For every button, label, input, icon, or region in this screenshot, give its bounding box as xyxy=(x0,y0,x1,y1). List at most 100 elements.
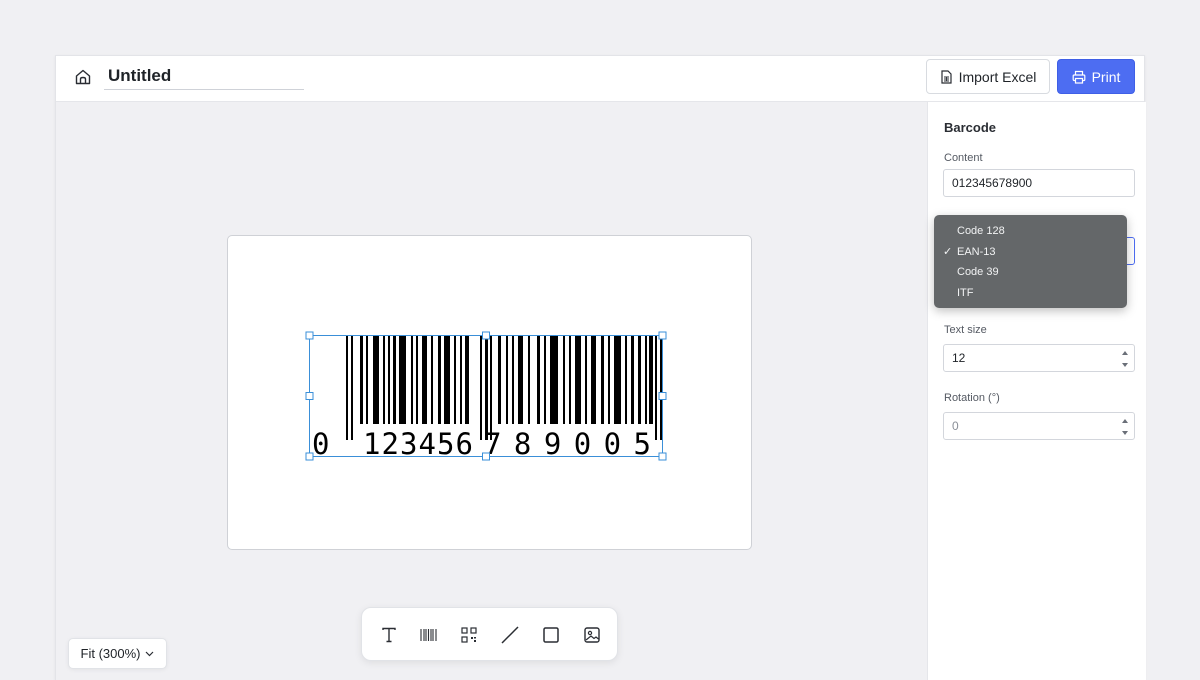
barcode-bar xyxy=(518,336,523,424)
chevron-down-icon xyxy=(146,651,154,656)
barcode-bar xyxy=(528,336,530,424)
zoom-select[interactable]: Fit (300%) xyxy=(68,638,167,669)
label-canvas[interactable]: 0 123456 789005 xyxy=(227,235,752,550)
resize-handle[interactable] xyxy=(482,331,490,340)
barcode-bar xyxy=(373,336,379,424)
document-title-input[interactable] xyxy=(104,62,304,90)
barcode-bar xyxy=(460,336,462,424)
barcode-bar xyxy=(399,336,406,424)
barcode-tool-button[interactable] xyxy=(417,623,441,647)
barcode-bar xyxy=(544,336,546,424)
print-label: Print xyxy=(1091,68,1121,85)
barcode-bar xyxy=(480,336,482,440)
barcode-bar xyxy=(422,336,427,424)
barcode-bar xyxy=(638,336,641,424)
dropdown-option-code128[interactable]: Code 128 xyxy=(934,221,1127,242)
resize-handle[interactable] xyxy=(482,452,490,461)
rectangle-icon xyxy=(543,627,559,643)
barcode-bar xyxy=(431,336,433,424)
barcode-digit-left: 0 xyxy=(312,427,329,461)
barcode-bar xyxy=(625,336,627,424)
barcode-bar xyxy=(416,336,418,424)
resize-handle[interactable] xyxy=(305,331,314,340)
resize-handle[interactable] xyxy=(658,452,667,461)
barcode-bar xyxy=(411,336,413,424)
barcode-bar xyxy=(444,336,450,424)
text-size-stepper[interactable] xyxy=(1121,351,1129,367)
resize-handle[interactable] xyxy=(305,392,314,400)
header-bar: Import Excel Print xyxy=(56,56,1144,102)
barcode-bar xyxy=(490,336,492,440)
panel-title: Barcode xyxy=(944,120,997,135)
home-icon[interactable] xyxy=(74,68,92,86)
rectangle-tool-button[interactable] xyxy=(539,623,563,647)
barcode-bar xyxy=(360,336,363,424)
barcode-type-dropdown[interactable]: Code 128 ✓ EAN-13 Code 39 ITF xyxy=(934,215,1127,308)
barcode-bar xyxy=(660,336,662,440)
barcode-bar xyxy=(563,336,565,424)
barcode-bar xyxy=(465,336,469,424)
barcode-digits-group2: 789005 xyxy=(484,427,651,461)
barcode-bar xyxy=(655,336,657,440)
dropdown-option-itf[interactable]: ITF xyxy=(934,283,1127,304)
line-icon xyxy=(501,626,519,644)
barcode-digits-group1: 123456 xyxy=(363,427,473,461)
text-size-label: Text size xyxy=(944,324,987,336)
qrcode-tool-button[interactable] xyxy=(457,623,481,647)
barcode-bar xyxy=(631,336,634,424)
barcode-bar xyxy=(512,336,514,424)
barcode-bar xyxy=(585,336,587,424)
printer-icon xyxy=(1072,70,1085,84)
print-button[interactable]: Print xyxy=(1057,59,1135,94)
image-icon xyxy=(584,627,600,643)
barcode-bar xyxy=(393,336,396,424)
barcode-bar xyxy=(388,336,390,424)
image-tool-button[interactable] xyxy=(580,623,604,647)
barcode-bar xyxy=(601,336,604,424)
barcode-bar xyxy=(645,336,647,424)
content-label: Content xyxy=(944,152,983,164)
barcode-bar xyxy=(614,336,621,424)
rotation-label: Rotation (°) xyxy=(944,392,1000,404)
barcode-bar xyxy=(649,336,653,424)
barcode-bar xyxy=(498,336,501,424)
text-tool-button[interactable] xyxy=(377,623,401,647)
text-size-input[interactable]: 12 xyxy=(943,344,1135,372)
properties-panel: Barcode Content 012345678900 Text size 1… xyxy=(927,102,1146,680)
barcode-bar xyxy=(351,336,353,440)
barcode-element[interactable]: 0 123456 789005 xyxy=(228,236,753,551)
dropdown-option-code39[interactable]: Code 39 xyxy=(934,262,1127,283)
qrcode-icon xyxy=(461,627,477,643)
insert-toolbar xyxy=(361,607,618,661)
text-icon xyxy=(382,627,396,643)
resize-handle[interactable] xyxy=(305,452,314,461)
rotation-value: 0 xyxy=(952,419,959,433)
import-excel-label: Import Excel xyxy=(958,68,1037,85)
barcode-bar xyxy=(569,336,571,424)
barcode-bar xyxy=(575,336,581,424)
barcode-bar xyxy=(366,336,368,424)
barcode-bars xyxy=(346,336,662,440)
dropdown-option-ean13[interactable]: ✓ EAN-13 xyxy=(934,242,1127,263)
line-tool-button[interactable] xyxy=(498,623,522,647)
import-excel-button[interactable]: Import Excel xyxy=(926,59,1050,94)
barcode-bar xyxy=(608,336,610,424)
check-icon: ✓ xyxy=(943,245,953,258)
barcode-bar xyxy=(506,336,508,424)
barcode-bar xyxy=(591,336,596,424)
rotation-input[interactable]: 0 xyxy=(943,412,1135,440)
barcode-bar xyxy=(485,336,488,440)
barcode-bar xyxy=(550,336,558,424)
zoom-label: Fit (300%) xyxy=(80,646,141,661)
resize-handle[interactable] xyxy=(658,392,667,400)
file-spreadsheet-icon xyxy=(940,69,952,84)
barcode-bar xyxy=(438,336,441,424)
resize-handle[interactable] xyxy=(658,331,667,340)
barcode-icon xyxy=(420,629,437,641)
text-size-value: 12 xyxy=(952,351,966,365)
barcode-bar xyxy=(537,336,540,424)
rotation-stepper[interactable] xyxy=(1121,419,1129,435)
barcode-bar xyxy=(454,336,456,424)
content-input[interactable]: 012345678900 xyxy=(943,169,1135,197)
barcode-bar xyxy=(383,336,385,424)
